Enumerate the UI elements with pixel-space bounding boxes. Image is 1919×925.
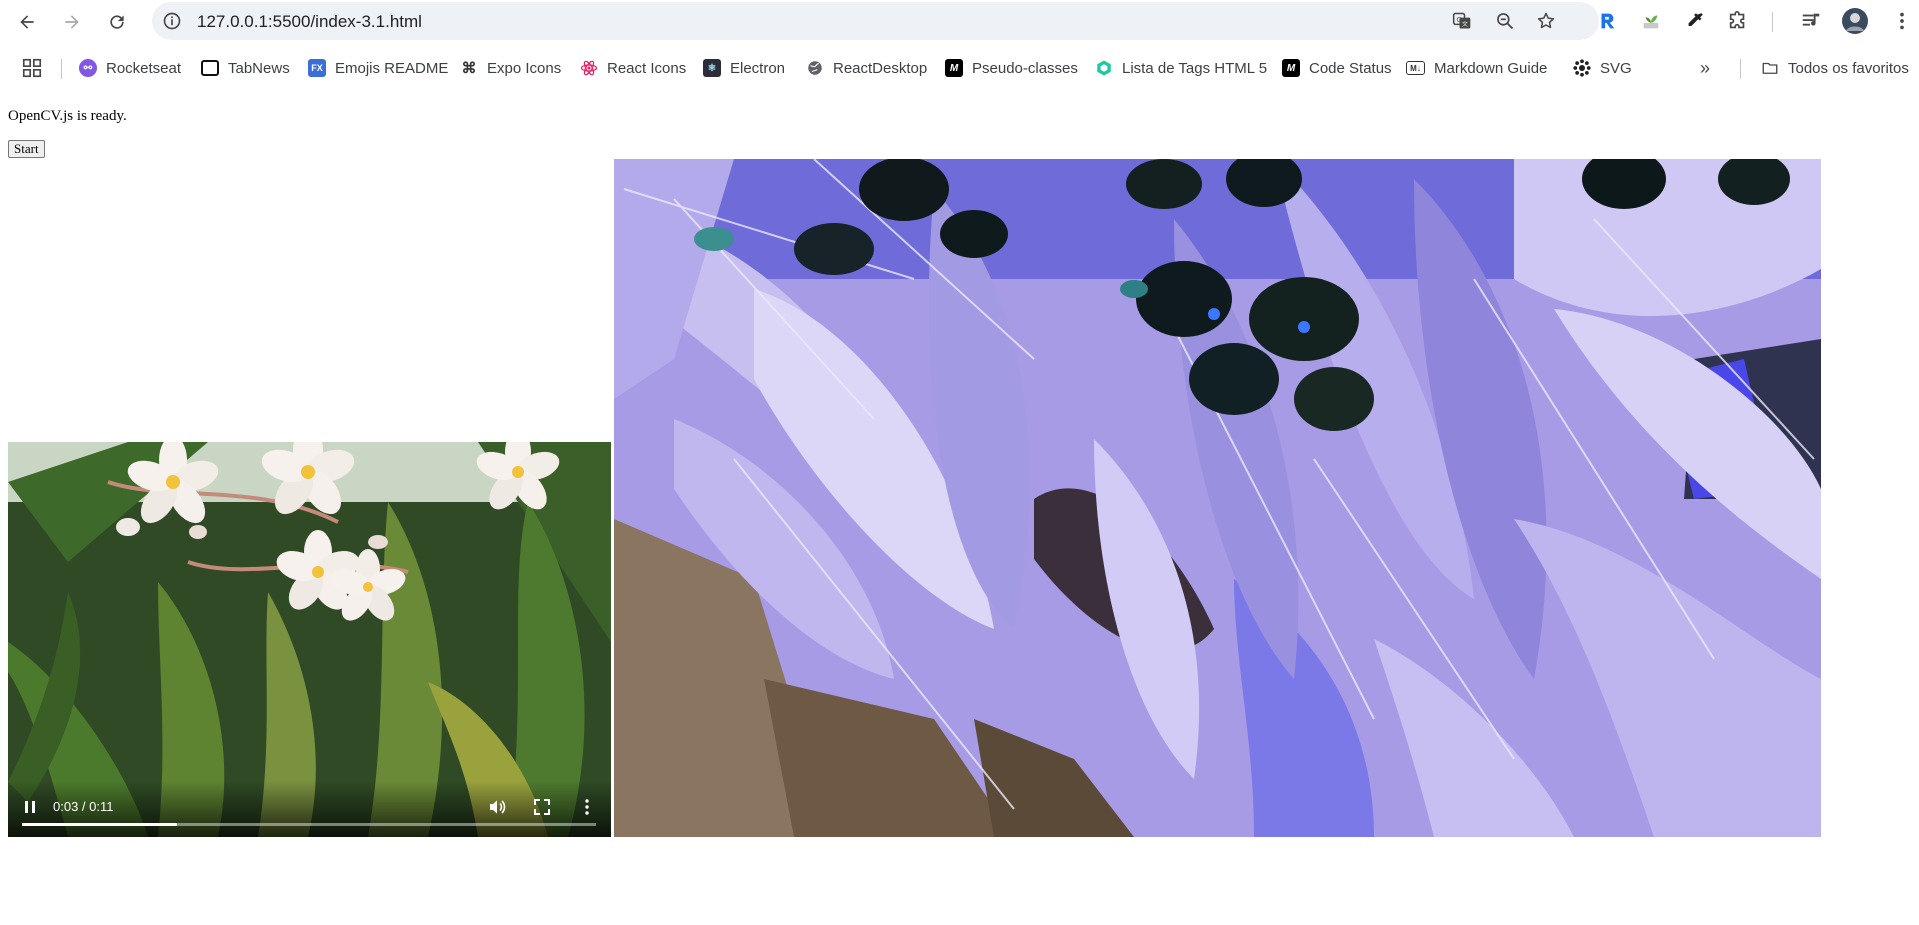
extension-plant-icon[interactable] bbox=[1640, 10, 1662, 32]
globe-icon bbox=[808, 61, 822, 75]
translate-icon[interactable]: G 文 bbox=[1452, 11, 1472, 31]
video-more-icon[interactable] bbox=[577, 797, 597, 817]
video-controls: 0:03 / 0:11 bbox=[8, 781, 611, 837]
bookmark-code-status[interactable]: M Code Status bbox=[1282, 56, 1392, 80]
svg-icon bbox=[1573, 59, 1591, 77]
bookmarks-divider bbox=[1740, 59, 1741, 79]
all-bookmarks-folder[interactable]: Todos os favoritos bbox=[1761, 56, 1909, 80]
bookmark-svg[interactable]: SVG bbox=[1573, 56, 1632, 80]
hexagon-icon bbox=[1097, 60, 1111, 76]
svg-text:G: G bbox=[1456, 16, 1461, 24]
bookmarks-bar: ⚯ Rocketseat TabNews FX Emojis README ⌘ … bbox=[0, 50, 1919, 86]
url-text: 127.0.0.1:5500/index-3.1.html bbox=[197, 12, 422, 31]
eyedropper-icon[interactable] bbox=[1684, 10, 1706, 32]
markdown-icon: M↓ bbox=[1406, 61, 1425, 75]
start-button[interactable]: Start bbox=[8, 140, 45, 158]
mdn-icon: M bbox=[945, 59, 963, 77]
bookmark-react-icons[interactable]: React Icons bbox=[580, 56, 686, 80]
svg-text:文: 文 bbox=[1462, 20, 1468, 28]
bookmark-expo-icons[interactable]: ⌘ Expo Icons bbox=[460, 56, 562, 80]
media-queue-icon[interactable] bbox=[1800, 10, 1822, 32]
arrow-right-icon bbox=[65, 15, 79, 29]
reload-button[interactable] bbox=[103, 8, 131, 36]
address-bar[interactable]: 127.0.0.1:5500/index-3.1.html G 文 bbox=[152, 2, 1599, 40]
bookmark-lista-de-tags[interactable]: Lista de Tags HTML 5 bbox=[1095, 56, 1267, 80]
forward-button[interactable] bbox=[58, 8, 86, 36]
inverted-frame-image bbox=[614, 159, 1821, 837]
status-text: OpenCV.js is ready. bbox=[8, 108, 127, 124]
electron-icon: ⚛ bbox=[703, 59, 721, 77]
pause-icon[interactable] bbox=[20, 797, 40, 817]
zoom-icon[interactable] bbox=[1495, 11, 1515, 31]
fullscreen-icon[interactable] bbox=[532, 797, 552, 817]
expo-icon: ⌘ bbox=[461, 60, 477, 77]
tabnews-icon bbox=[201, 60, 219, 76]
bookmark-electron[interactable]: ⚛ Electron bbox=[703, 56, 785, 80]
output-canvas bbox=[614, 159, 1821, 837]
fx-icon: FX bbox=[308, 59, 326, 77]
video-progress-fill bbox=[22, 823, 177, 826]
toolbar-divider bbox=[1772, 12, 1773, 32]
video-time: 0:03 / 0:11 bbox=[53, 799, 114, 814]
bookmark-tabnews[interactable]: TabNews bbox=[201, 56, 290, 80]
menu-kebab-icon[interactable] bbox=[1891, 10, 1913, 32]
profile-avatar-icon[interactable] bbox=[1842, 8, 1868, 34]
back-button[interactable] bbox=[13, 8, 41, 36]
bookmark-markdown-guide[interactable]: M↓ Markdown Guide bbox=[1406, 56, 1547, 80]
source-video[interactable]: 0:03 / 0:11 bbox=[8, 442, 611, 837]
arrow-left-icon bbox=[20, 15, 34, 29]
bookmark-pseudo-classes[interactable]: M Pseudo-classes bbox=[945, 56, 1078, 80]
bookmark-rocketseat[interactable]: ⚯ Rocketseat bbox=[79, 56, 181, 80]
volume-icon[interactable] bbox=[487, 797, 507, 817]
video-frame-plumeria bbox=[8, 442, 611, 837]
folder-icon bbox=[1762, 62, 1778, 74]
extension-r-icon[interactable] bbox=[1596, 10, 1618, 32]
apps-grid-icon[interactable] bbox=[21, 57, 43, 79]
reload-icon bbox=[110, 15, 124, 29]
react-icon bbox=[580, 60, 598, 76]
extensions-puzzle-icon[interactable] bbox=[1727, 10, 1749, 32]
chevron-double-right-icon: » bbox=[1700, 57, 1711, 78]
video-progress-bar[interactable] bbox=[22, 823, 596, 826]
bookmark-emojis-readme[interactable]: FX Emojis README bbox=[308, 56, 448, 80]
mdn-icon: M bbox=[1282, 59, 1300, 77]
site-info-icon[interactable] bbox=[162, 11, 182, 31]
bookmarks-divider bbox=[61, 59, 62, 79]
browser-toolbar: 127.0.0.1:5500/index-3.1.html G 文 bbox=[0, 0, 1919, 44]
bookmarks-overflow-button[interactable]: » bbox=[1700, 56, 1710, 80]
rocketseat-icon: ⚯ bbox=[79, 59, 97, 77]
bookmark-reactdesktop[interactable]: ReactDesktop bbox=[806, 56, 927, 80]
bookmark-star-icon[interactable] bbox=[1536, 11, 1556, 31]
